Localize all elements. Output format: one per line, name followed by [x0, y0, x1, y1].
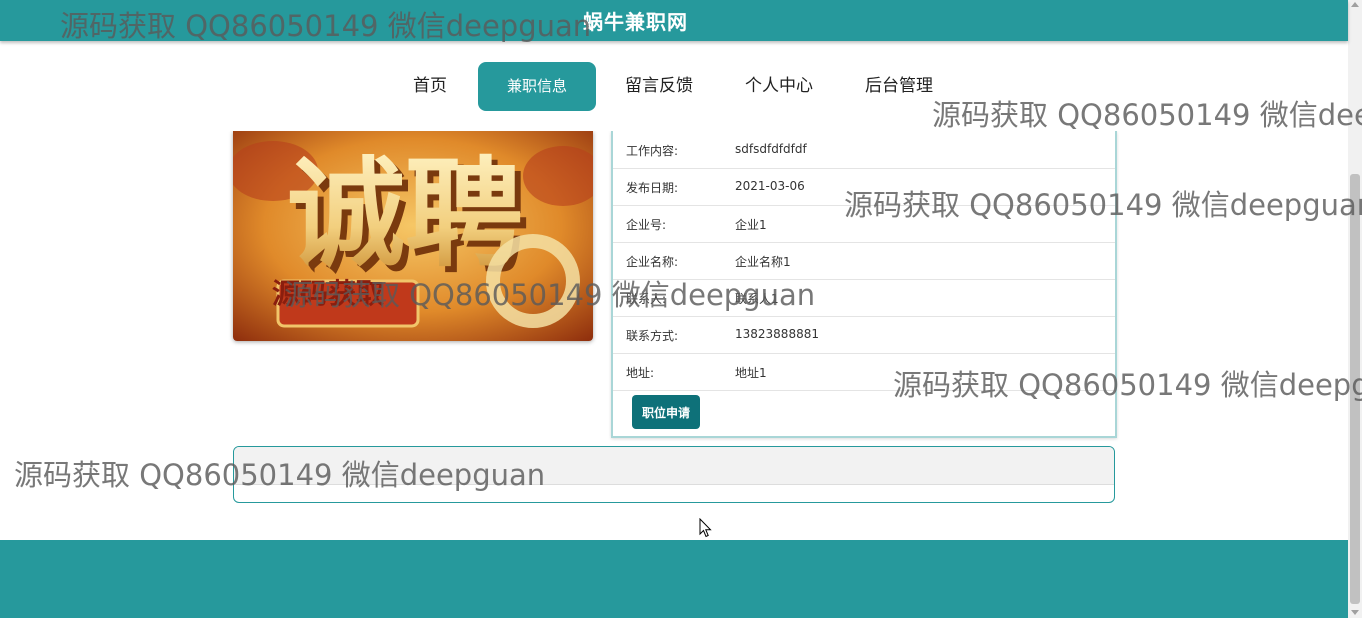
scroll-down-arrow-icon[interactable]: [1351, 610, 1359, 615]
site-title: 蜗牛兼职网: [583, 10, 688, 34]
detail-row-address: 地址: 地址1: [613, 353, 1115, 391]
comment-box: [233, 446, 1115, 503]
detail-row-phone: 联系方式: 13823888881: [613, 316, 1115, 354]
detail-value: 2021-03-06: [735, 179, 805, 193]
detail-label: 企业号:: [626, 218, 667, 232]
nav-admin[interactable]: 后台管理: [854, 62, 944, 111]
scroll-up-arrow-icon[interactable]: [1351, 2, 1359, 7]
detail-value: 企业1: [735, 218, 767, 232]
detail-row-company-id: 企业号: 企业1: [613, 205, 1115, 243]
detail-value: 地址1: [735, 366, 767, 380]
detail-label: 发布日期:: [626, 181, 679, 195]
nav-home[interactable]: 首页: [400, 62, 460, 111]
detail-label: 联系人:: [626, 292, 667, 306]
detail-value: 13823888881: [735, 327, 819, 341]
mouse-cursor-icon: [699, 517, 712, 542]
scrollbar-thumb[interactable]: [1350, 174, 1360, 604]
vertical-scrollbar[interactable]: [1348, 0, 1362, 618]
detail-label: 联系方式:: [626, 329, 679, 343]
detail-value: 企业名称1: [735, 255, 791, 269]
job-poster-image: 诚聘 诚聘 源码获取: [233, 131, 593, 341]
detail-label: 企业名称:: [626, 255, 679, 269]
detail-row-content: 工作内容: sdfsdfdfdfdf: [613, 131, 1115, 169]
comment-box-header: [234, 447, 1114, 485]
detail-value: 联系人1: [735, 292, 779, 306]
detail-row-date: 发布日期: 2021-03-06: [613, 168, 1115, 206]
detail-row-contact: 联系人: 联系人1: [613, 279, 1115, 317]
detail-label: 地址:: [626, 366, 655, 380]
nav-jobs[interactable]: 兼职信息: [478, 62, 596, 111]
apply-job-button[interactable]: 职位申请: [632, 395, 700, 429]
poster-text: 诚聘: [287, 144, 523, 283]
job-detail-card: 工作内容: sdfsdfdfdfdf 发布日期: 2021-03-06 企业号:…: [611, 131, 1117, 438]
main-nav: 首页 兼职信息 留言反馈 个人中心 后台管理: [0, 41, 1348, 131]
nav-profile[interactable]: 个人中心: [734, 62, 824, 111]
top-header-bar: 蜗牛兼职网: [0, 0, 1348, 41]
detail-value: sdfsdfdfdfdf: [735, 142, 807, 156]
page-footer: [0, 540, 1348, 618]
detail-row-company-name: 企业名称: 企业名称1: [613, 242, 1115, 280]
detail-label: 工作内容:: [626, 144, 679, 158]
nav-feedback[interactable]: 留言反馈: [614, 62, 704, 111]
poster-overlay-text: 源码获取: [272, 277, 384, 310]
